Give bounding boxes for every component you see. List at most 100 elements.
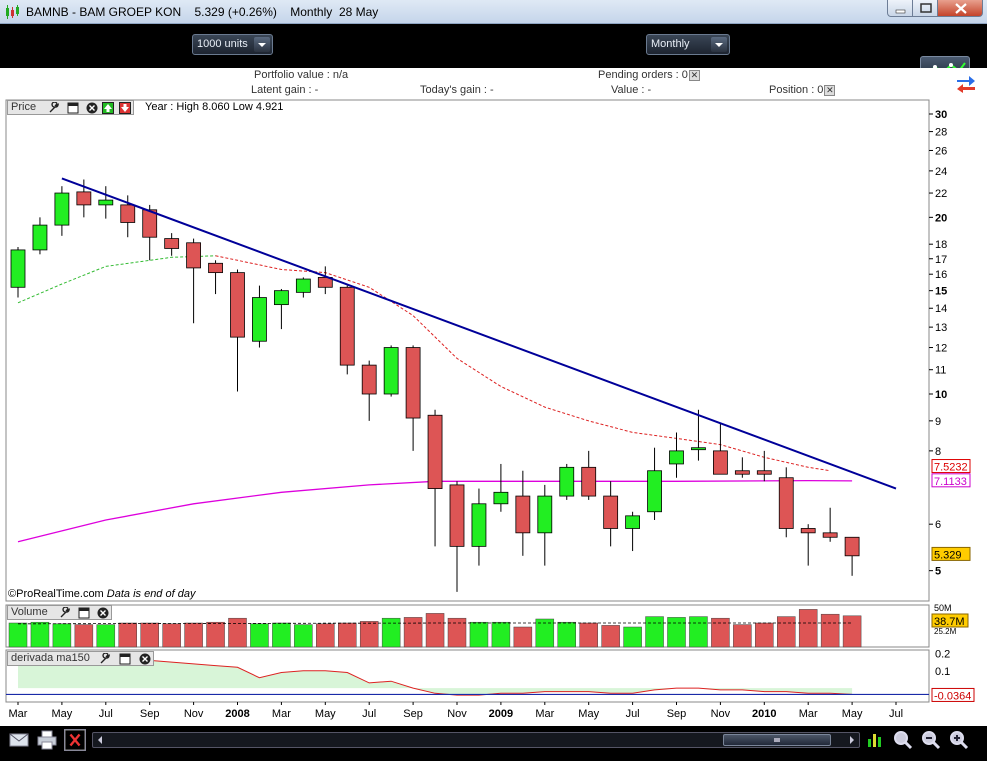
volume-bar <box>228 617 247 648</box>
price-tick-label: 14 <box>935 303 947 315</box>
price-panel-label: Price <box>11 101 37 113</box>
maximize-button[interactable] <box>912 0 938 17</box>
pending-orders-close-icon[interactable]: ✕ <box>688 69 700 81</box>
price-tick-label: 26 <box>935 145 947 157</box>
wrench-icon[interactable] <box>48 102 60 114</box>
scrollbar-thumb[interactable] <box>723 734 831 746</box>
print-icon[interactable] <box>36 729 58 751</box>
candle-body <box>186 242 202 269</box>
volume-low-label: 25.2M <box>934 627 957 636</box>
volume-bar <box>689 616 708 648</box>
volume-bar <box>557 621 576 648</box>
time-tick-label: 2009 <box>489 708 513 720</box>
title-period: Monthly <box>290 5 333 19</box>
volume-bar <box>733 624 752 648</box>
todays-gain: Today's gain : - <box>420 84 494 96</box>
candle <box>339 285 355 375</box>
arrow-down-icon[interactable] <box>119 102 131 114</box>
price-panel-footer: ©ProRealTime.com Data is end of day <box>8 588 195 600</box>
swap-arrows-icon[interactable] <box>954 72 978 94</box>
candle-body <box>383 347 399 395</box>
arrow-up-icon[interactable] <box>102 102 114 114</box>
volume-bar <box>52 623 72 648</box>
candle-body <box>54 192 70 226</box>
price-tick-label: 5 <box>935 566 941 578</box>
ma-long-tag: 7.1133 <box>931 473 971 488</box>
zoom-out-icon[interactable] <box>920 729 942 751</box>
time-tick-label: Jul <box>99 708 113 720</box>
candle-body <box>295 278 311 293</box>
candle-body <box>734 470 750 475</box>
scroll-left-icon[interactable] <box>95 734 105 746</box>
window-icon[interactable] <box>119 653 131 665</box>
candle-body <box>471 503 487 547</box>
close-icon[interactable] <box>139 653 151 665</box>
wrench-icon[interactable] <box>99 653 111 665</box>
close-icon <box>955 3 967 14</box>
candle-body <box>120 204 136 223</box>
volume-bar <box>359 621 379 648</box>
chart-bars-icon[interactable] <box>864 729 886 751</box>
indicator-panel-label: derivada ma150 <box>11 652 90 664</box>
candle-body <box>208 262 223 274</box>
wrench-icon[interactable] <box>59 607 71 619</box>
window-icon[interactable] <box>78 607 90 619</box>
units-dropdown[interactable]: 1000 units <box>192 34 273 55</box>
candle-body <box>230 272 245 338</box>
time-tick-label: Nov <box>447 708 467 720</box>
candle-body <box>603 495 619 529</box>
volume-bar <box>96 624 116 648</box>
time-tick-label: May <box>52 708 73 720</box>
candle-body <box>252 297 267 342</box>
minimize-icon <box>895 9 906 14</box>
zoom-fit-icon[interactable] <box>892 729 914 751</box>
candle <box>383 345 399 397</box>
close-icon[interactable] <box>97 607 109 619</box>
chart-canvas[interactable]: 5 6 8 9 10 11 12 13 14 15 16 17 18 20 22 24 26 28 30 7.5232… <box>0 98 987 726</box>
volume-bar <box>140 622 159 648</box>
pending-orders: Pending orders : 0 ✕ <box>598 69 700 81</box>
scroll-right-icon[interactable] <box>847 734 857 746</box>
time-tick-label: Sep <box>403 708 423 720</box>
volume-bar <box>74 624 94 648</box>
candle-body <box>691 447 706 451</box>
time-tick-label: May <box>578 708 599 720</box>
volume-bar <box>162 623 181 648</box>
price-tick-label: 10 <box>935 389 947 401</box>
price-tick-label: 22 <box>935 188 947 200</box>
mail-icon[interactable] <box>8 729 30 751</box>
time-scrollbar[interactable] <box>92 732 860 748</box>
volume-bar <box>645 616 664 648</box>
pending-orders-text: Pending orders : 0 <box>598 69 688 81</box>
time-tick-label: Nov <box>184 708 204 720</box>
time-tick-label: 2010 <box>752 708 776 720</box>
zoom-in-icon[interactable] <box>948 729 970 751</box>
volume-bar <box>118 622 137 648</box>
time-tick-label: Sep <box>667 708 687 720</box>
close-icon[interactable] <box>86 102 98 114</box>
price-tick-label: 17 <box>935 254 947 266</box>
time-tick-label: Sep <box>140 708 160 720</box>
volume-bar <box>667 617 686 648</box>
window-icon[interactable] <box>67 102 79 114</box>
close-button[interactable] <box>937 0 983 17</box>
volume-bar <box>381 617 401 648</box>
candle-body <box>98 199 114 206</box>
candle-body <box>559 466 575 497</box>
minimize-button[interactable] <box>887 0 913 17</box>
position-close-icon[interactable]: ✕ <box>824 84 836 96</box>
indicator-tick-label: 0.2 <box>935 648 950 660</box>
volume-bar <box>338 622 357 648</box>
price-tick-label: 6 <box>935 519 941 531</box>
time-tick-label: Mar <box>799 708 818 720</box>
data-note: Data is end of day <box>106 588 196 600</box>
candle-body <box>449 484 465 547</box>
volume-bar <box>579 622 598 648</box>
close-chart-icon[interactable] <box>64 729 86 751</box>
candle-body <box>844 536 860 557</box>
volume-bar <box>798 609 818 648</box>
indicator-tick-label: 0.1 <box>935 666 950 678</box>
title-date: 28 May <box>338 5 379 19</box>
volume-bar <box>30 621 50 648</box>
period-dropdown[interactable]: Monthly <box>646 34 730 55</box>
